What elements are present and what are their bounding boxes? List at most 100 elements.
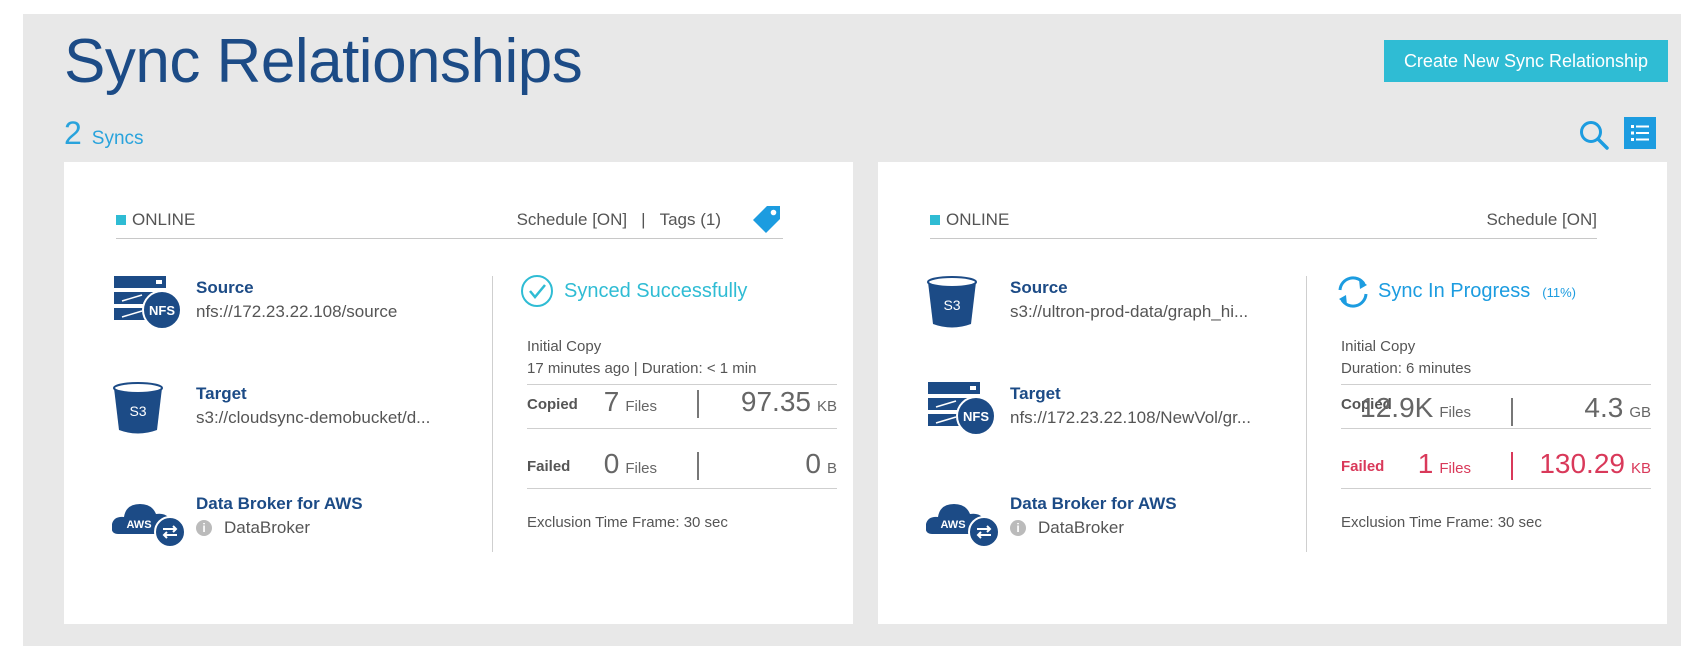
status-text: ONLINE [132, 210, 196, 229]
copied-files-count: 7 [603, 386, 620, 417]
row-separator [1511, 452, 1513, 480]
failed-row: Failed 1 Files 130.29 KB [1341, 448, 1651, 489]
sync-status-label: Sync In Progress [1378, 280, 1531, 302]
aws-broker-icon: AWS [926, 504, 998, 548]
copied-row: Copied 7 Files 97.35 KB [527, 386, 837, 429]
status-badge: ONLINE [930, 210, 1009, 230]
size-unit: KB [1630, 460, 1651, 477]
source-path: nfs://172.23.22.108/source [196, 302, 398, 321]
source-text: Source nfs://172.23.22.108/source [196, 278, 456, 322]
broker-label: Data Broker for AWS [1010, 494, 1177, 513]
sync-card[interactable]: ONLINE Schedule [ON] | Tags (1) NFS Source… [64, 162, 853, 624]
status-text: ONLINE [946, 210, 1010, 229]
target-path: nfs://172.23.22.108/NewVol/gr... [1010, 408, 1251, 427]
files-unit: Files [625, 460, 657, 477]
copied-row: Copied 12.9K Files 4.3 GB [1341, 390, 1651, 429]
row-separator [1511, 398, 1513, 426]
broker-name: DataBroker [224, 518, 310, 537]
svg-text:NFS: NFS [963, 409, 989, 424]
copied-label: Copied [527, 396, 578, 413]
failed-size-value: 0 [805, 448, 821, 479]
target-label: Target [1010, 384, 1061, 403]
nfs-server-icon: NFS [928, 382, 996, 436]
failed-files-count: 0 [603, 448, 620, 479]
failed-files-count: 1 [1417, 448, 1434, 479]
failed-files: 1 Files [1418, 448, 1471, 480]
sync-refresh-icon [1338, 276, 1368, 308]
broker-label: Data Broker for AWS [196, 494, 363, 513]
source-text: Source s3://ultron-prod-data/graph_hi... [1010, 278, 1270, 322]
target-text: Target nfs://172.23.22.108/NewVol/gr... [1010, 384, 1270, 428]
vertical-divider [492, 276, 493, 552]
schedule-status[interactable]: Schedule [ON] [517, 210, 628, 229]
broker-text: Data Broker for AWS i DataBroker [1010, 494, 1270, 538]
vertical-divider [1306, 276, 1307, 552]
card-header-right: Schedule [ON] [1486, 210, 1597, 230]
svg-text:S3: S3 [943, 297, 960, 313]
initial-copy-detail: 17 minutes ago | Duration: < 1 min [527, 360, 757, 377]
s3-bucket-icon: S3 [113, 382, 163, 434]
page-title: Sync Relationships [64, 27, 583, 96]
copied-files: 12.9K Files [1360, 392, 1471, 424]
card-header-right: Schedule [ON] | Tags (1) [517, 210, 721, 230]
schedule-status[interactable]: Schedule [ON] [1486, 210, 1597, 229]
sync-progress: (11%) [1542, 285, 1577, 300]
s3-bucket-icon: S3 [927, 276, 977, 328]
copied-files-count: 12.9K [1360, 392, 1434, 423]
sync-card[interactable]: ONLINE Schedule [ON] S3 Source s3://ultr… [878, 162, 1667, 624]
create-sync-button[interactable]: Create New Sync Relationship [1384, 40, 1668, 82]
svg-text:S3: S3 [129, 403, 146, 419]
source-label: Source [196, 278, 254, 297]
sync-count: 2 Syncs [64, 115, 144, 152]
exclusion-time: Exclusion Time Frame: 30 sec [527, 514, 728, 531]
target-path: s3://cloudsync-demobucket/d... [196, 408, 431, 427]
tag-icon[interactable] [749, 202, 783, 236]
failed-label: Failed [527, 458, 571, 475]
copied-size-value: 97.35 [740, 386, 811, 417]
row-separator [697, 452, 699, 480]
sync-status-text: Synced Successfully [564, 280, 748, 302]
sync-count-number: 2 [64, 115, 82, 151]
svg-text:AWS: AWS [940, 519, 965, 531]
list-view-button[interactable] [1624, 117, 1656, 149]
separator: | [641, 210, 646, 229]
files-unit: Files [1439, 460, 1471, 477]
search-icon[interactable] [1578, 119, 1610, 151]
copied-size: 4.3 GB [1584, 392, 1651, 424]
broker-name-row: i DataBroker [196, 518, 456, 538]
copied-size-value: 4.3 [1584, 392, 1624, 423]
broker-name: DataBroker [1038, 518, 1124, 537]
tags-link[interactable]: Tags (1) [660, 210, 721, 229]
failed-size: 130.29 KB [1539, 448, 1651, 480]
initial-copy-detail: Duration: 6 minutes [1341, 360, 1472, 377]
target-text: Target s3://cloudsync-demobucket/d... [196, 384, 456, 428]
size-unit: B [826, 460, 837, 477]
exclusion-time: Exclusion Time Frame: 30 sec [1341, 514, 1542, 531]
broker-text: Data Broker for AWS i DataBroker [196, 494, 456, 538]
status-dot [116, 215, 126, 225]
size-unit: KB [816, 398, 837, 415]
copied-files: 7 Files [604, 386, 657, 418]
source-path: s3://ultron-prod-data/graph_hi... [1010, 302, 1249, 321]
card-header: ONLINE Schedule [ON] | Tags (1) [116, 202, 783, 239]
card-header: ONLINE Schedule [ON] [930, 202, 1597, 239]
sync-count-label: Syncs [91, 128, 144, 149]
info-icon[interactable]: i [1010, 520, 1026, 536]
broker-name-row: i DataBroker [1010, 518, 1270, 538]
failed-row: Failed 0 Files 0B [527, 448, 837, 489]
status-badge: ONLINE [116, 210, 195, 230]
nfs-server-icon: NFS [114, 276, 182, 330]
list-icon [1631, 125, 1649, 141]
failed-size: 0B [805, 448, 837, 480]
aws-broker-icon: AWS [112, 504, 184, 548]
target-label: Target [196, 384, 247, 403]
initial-copy-label: Initial Copy [1341, 338, 1416, 355]
failed-size-value: 130.29 [1539, 448, 1625, 479]
check-circle-icon [521, 275, 553, 307]
status-dot [930, 215, 940, 225]
files-unit: Files [1439, 404, 1471, 421]
files-unit: Files [625, 398, 657, 415]
sync-status-text: Sync In Progress (11%) [1378, 280, 1576, 303]
info-icon[interactable]: i [196, 520, 212, 536]
svg-text:AWS: AWS [126, 519, 151, 531]
